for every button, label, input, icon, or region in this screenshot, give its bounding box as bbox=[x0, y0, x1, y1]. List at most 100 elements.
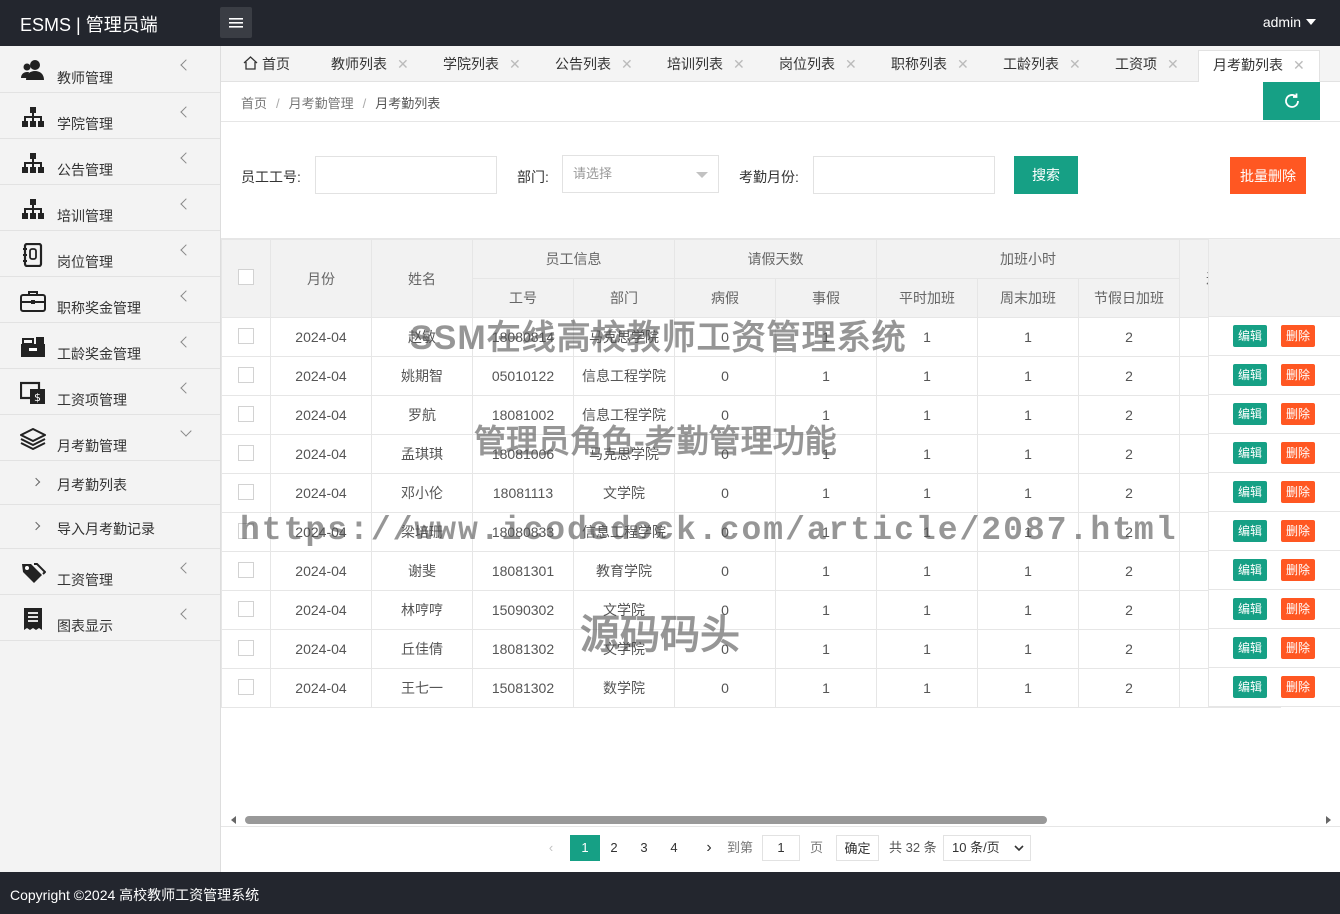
row-checkbox[interactable] bbox=[238, 405, 254, 422]
tab-college-list[interactable]: 学院列表 ✕ bbox=[443, 50, 521, 82]
delete-button[interactable]: 删除 bbox=[1281, 403, 1315, 425]
edit-button[interactable]: 编辑 bbox=[1233, 676, 1267, 698]
delete-button[interactable]: 删除 bbox=[1281, 442, 1315, 464]
page-2[interactable]: 2 bbox=[606, 835, 622, 861]
edit-button[interactable]: 编辑 bbox=[1233, 559, 1267, 581]
close-icon[interactable]: ✕ bbox=[1167, 56, 1179, 72]
user-menu[interactable]: admin bbox=[1263, 14, 1316, 30]
table-row[interactable]: 2024-04 赵敏 18080814 马克思学院 0 1 1 1 2 bbox=[221, 317, 1281, 357]
emp-no-input[interactable] bbox=[315, 156, 497, 194]
next-page-icon[interactable]: › bbox=[701, 835, 717, 861]
row-checkbox[interactable] bbox=[238, 561, 254, 578]
menu-toggle-button[interactable] bbox=[220, 7, 252, 38]
search-button[interactable]: 搜索 bbox=[1014, 156, 1078, 194]
delete-button[interactable]: 删除 bbox=[1281, 559, 1315, 581]
batch-delete-button[interactable]: 批量删除 bbox=[1230, 157, 1306, 194]
delete-button[interactable]: 删除 bbox=[1281, 520, 1315, 542]
sidebar-item-teacher[interactable]: 教师管理 bbox=[0, 46, 220, 93]
horizontal-scrollbar[interactable] bbox=[231, 815, 1331, 825]
tab-teacher-list[interactable]: 教师列表 ✕ bbox=[331, 50, 409, 82]
page-4[interactable]: 4 bbox=[666, 835, 682, 861]
page-3[interactable]: 3 bbox=[636, 835, 652, 861]
table-row[interactable]: 2024-04 姚期智 05010122 信息工程学院 0 1 1 1 2 bbox=[221, 356, 1281, 396]
tab-salary-item[interactable]: 工资项 ✕ bbox=[1115, 50, 1179, 82]
close-icon[interactable]: ✕ bbox=[397, 56, 409, 72]
scroll-left-icon[interactable] bbox=[231, 816, 236, 824]
row-checkbox[interactable] bbox=[238, 678, 254, 695]
close-icon[interactable]: ✕ bbox=[845, 56, 857, 72]
row-checkbox[interactable] bbox=[238, 366, 254, 383]
table-row[interactable]: 2024-04 王七一 15081302 数学院 0 1 1 1 2 bbox=[221, 668, 1281, 708]
close-icon[interactable]: ✕ bbox=[621, 56, 633, 72]
delete-button[interactable]: 删除 bbox=[1281, 637, 1315, 659]
row-checkbox[interactable] bbox=[238, 522, 254, 539]
close-icon[interactable]: ✕ bbox=[509, 56, 521, 72]
edit-button[interactable]: 编辑 bbox=[1233, 481, 1267, 503]
table-row[interactable]: 2024-04 邓小伦 18081113 文学院 0 1 1 1 2 bbox=[221, 473, 1281, 513]
sidebar-item-training[interactable]: 培训管理 bbox=[0, 185, 220, 231]
goto-confirm-button[interactable]: 确定 bbox=[836, 835, 879, 861]
delete-button[interactable]: 删除 bbox=[1281, 481, 1315, 503]
page-1[interactable]: 1 bbox=[570, 835, 600, 861]
table-row[interactable]: 2024-04 罗航 18081002 信息工程学院 0 1 1 1 2 bbox=[221, 395, 1281, 435]
cell-holiday-ot: 2 bbox=[1078, 356, 1180, 396]
close-icon[interactable]: ✕ bbox=[957, 56, 969, 72]
month-label: 考勤月份: bbox=[739, 169, 799, 185]
page-size-select[interactable]: 10 条/页 bbox=[943, 835, 1031, 861]
tab-notice-list[interactable]: 公告列表 ✕ bbox=[555, 50, 633, 82]
edit-button[interactable]: 编辑 bbox=[1233, 637, 1267, 659]
close-icon[interactable]: ✕ bbox=[1069, 56, 1081, 72]
delete-button[interactable]: 删除 bbox=[1281, 325, 1315, 347]
sidebar-item-salary[interactable]: 工资管理 bbox=[0, 549, 220, 595]
edit-button[interactable]: 编辑 bbox=[1233, 403, 1267, 425]
breadcrumb-home[interactable]: 首页 bbox=[241, 96, 267, 111]
select-all-checkbox[interactable] bbox=[238, 269, 254, 285]
month-input[interactable] bbox=[813, 156, 995, 194]
sidebar-item-notice[interactable]: 公告管理 bbox=[0, 139, 220, 185]
sidebar-item-title-bonus[interactable]: 职称奖金管理 bbox=[0, 277, 220, 323]
sidebar-item-salary-item[interactable]: $ 工资项管理 bbox=[0, 369, 220, 415]
delete-button[interactable]: 删除 bbox=[1281, 364, 1315, 386]
tab-title-list[interactable]: 职称列表 ✕ bbox=[891, 50, 969, 82]
edit-button[interactable]: 编辑 bbox=[1233, 364, 1267, 386]
sidebar-subitem-attendance-list[interactable]: 月考勤列表 bbox=[0, 461, 220, 505]
sidebar-item-position[interactable]: 岗位管理 bbox=[0, 231, 220, 277]
table-row[interactable]: 2024-04 谢斐 18081301 教育学院 0 1 1 1 2 bbox=[221, 551, 1281, 591]
goto-page-input[interactable]: 1 bbox=[762, 835, 800, 861]
row-checkbox[interactable] bbox=[238, 444, 254, 461]
cell-personal: 1 bbox=[775, 551, 877, 591]
sidebar-subitem-import-attendance[interactable]: 导入月考勤记录 bbox=[0, 505, 220, 549]
table-row[interactable]: 2024-04 丘佳倩 18081302 文学院 0 1 1 1 2 bbox=[221, 629, 1281, 669]
edit-button[interactable]: 编辑 bbox=[1233, 442, 1267, 464]
row-checkbox[interactable] bbox=[238, 327, 254, 344]
scrollbar-thumb[interactable] bbox=[245, 816, 1047, 824]
delete-button[interactable]: 删除 bbox=[1281, 598, 1315, 620]
table-row[interactable]: 2024-04 林哼哼 15090302 文学院 0 1 1 1 2 bbox=[221, 590, 1281, 630]
sidebar-item-charts[interactable]: 图表显示 bbox=[0, 595, 220, 641]
delete-button[interactable]: 删除 bbox=[1281, 676, 1315, 698]
table-row[interactable]: 2024-04 梁培珊 18080833 信息工程学院 0 1 1 1 2 bbox=[221, 512, 1281, 552]
close-icon[interactable]: ✕ bbox=[733, 56, 745, 72]
sidebar-item-attendance[interactable]: 月考勤管理 bbox=[0, 415, 220, 461]
tab-training-list[interactable]: 培训列表 ✕ bbox=[667, 50, 745, 82]
edit-button[interactable]: 编辑 bbox=[1233, 598, 1267, 620]
edit-button[interactable]: 编辑 bbox=[1233, 520, 1267, 542]
tab-attendance-list[interactable]: 月考勤列表 ✕ bbox=[1198, 50, 1320, 82]
row-checkbox[interactable] bbox=[238, 600, 254, 617]
sidebar-item-college[interactable]: 学院管理 bbox=[0, 93, 220, 139]
tab-home[interactable]: 首页 bbox=[243, 50, 290, 82]
prev-page-icon[interactable]: ‹ bbox=[543, 835, 559, 861]
refresh-button[interactable] bbox=[1263, 82, 1320, 120]
row-checkbox[interactable] bbox=[238, 639, 254, 656]
tab-position-list[interactable]: 岗位列表 ✕ bbox=[779, 50, 857, 82]
tab-seniority-list[interactable]: 工龄列表 ✕ bbox=[1003, 50, 1081, 82]
close-icon[interactable]: ✕ bbox=[1293, 57, 1305, 73]
scroll-right-icon[interactable] bbox=[1326, 816, 1331, 824]
row-checkbox[interactable] bbox=[238, 483, 254, 500]
breadcrumb-attendance[interactable]: 月考勤管理 bbox=[289, 96, 354, 111]
action-row: 编辑 删除 bbox=[1209, 434, 1340, 473]
table-row[interactable]: 2024-04 孟琪琪 18081006 马克思学院 0 1 1 1 2 bbox=[221, 434, 1281, 474]
dept-select[interactable]: 请选择 bbox=[562, 155, 719, 193]
sidebar-item-seniority-bonus[interactable]: 工龄奖金管理 bbox=[0, 323, 220, 369]
edit-button[interactable]: 编辑 bbox=[1233, 325, 1267, 347]
